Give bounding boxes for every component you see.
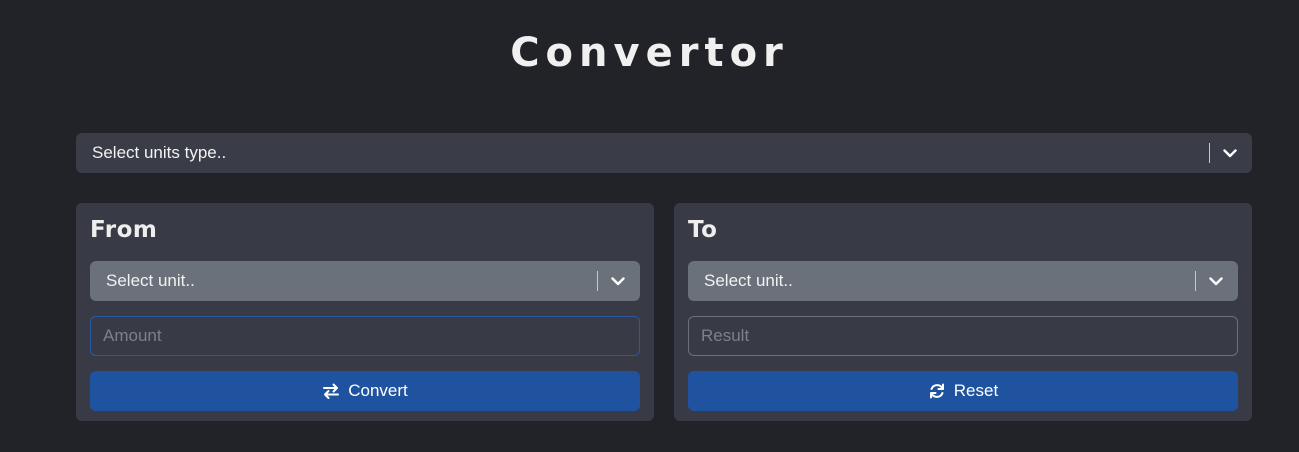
- to-unit-select-label: Select unit..: [704, 271, 793, 290]
- reset-button-label: Reset: [953, 381, 999, 400]
- swap-arrows-icon: [322, 382, 340, 400]
- to-panel: To Select unit.. Reset: [674, 203, 1252, 421]
- result-field[interactable]: [688, 316, 1238, 356]
- page-title: Convertor: [510, 30, 789, 76]
- convert-button[interactable]: Convert: [90, 371, 640, 411]
- convert-button-label: Convert: [348, 381, 408, 400]
- from-unit-select-label: Select unit..: [106, 271, 195, 290]
- from-heading: From: [90, 217, 158, 243]
- chevron-down-icon: [1204, 269, 1228, 293]
- units-type-select[interactable]: Select units type..: [76, 133, 1252, 173]
- chevron-down-icon: [1218, 141, 1242, 165]
- select-separator: [1209, 143, 1210, 163]
- amount-input[interactable]: [90, 316, 640, 356]
- select-separator: [597, 271, 598, 291]
- units-type-select-label: Select units type..: [92, 143, 227, 162]
- select-separator: [1195, 271, 1196, 291]
- reset-button[interactable]: Reset: [688, 371, 1238, 411]
- refresh-icon: [928, 382, 946, 400]
- from-unit-select[interactable]: Select unit..: [90, 261, 640, 301]
- to-heading: To: [688, 217, 718, 243]
- from-panel: From Select unit.. Convert: [76, 203, 654, 421]
- to-unit-select[interactable]: Select unit..: [688, 261, 1238, 301]
- chevron-down-icon: [606, 269, 630, 293]
